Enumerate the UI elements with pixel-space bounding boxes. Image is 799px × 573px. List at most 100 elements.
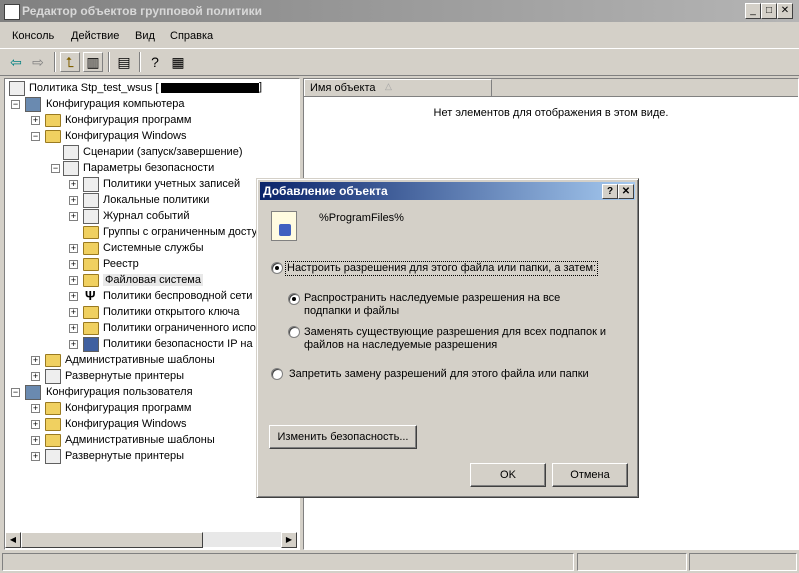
expand-icon[interactable]: +: [69, 244, 78, 253]
scroll-left-icon[interactable]: ◀: [5, 532, 21, 548]
expand-icon[interactable]: +: [31, 372, 40, 381]
folder-lock-icon: [83, 226, 99, 239]
folder-icon: [45, 130, 61, 143]
expand-icon[interactable]: +: [69, 292, 78, 301]
collapse-icon[interactable]: −: [11, 388, 20, 397]
label-replace-existing-1[interactable]: Заменять существующие разрешения для все…: [304, 326, 606, 339]
export-list-icon[interactable]: ▤: [114, 52, 134, 72]
menu-action[interactable]: Действие: [71, 30, 119, 42]
forward-icon[interactable]: ⇨: [28, 52, 48, 72]
menu-view[interactable]: Вид: [135, 30, 155, 42]
menu-console[interactable]: Консоль: [12, 30, 54, 42]
column-header-bar: Имя объекта △: [304, 79, 798, 97]
ip-security-icon: [83, 337, 99, 352]
folder-icon: [45, 434, 61, 447]
folder-lock-icon: [83, 258, 99, 271]
expand-icon[interactable]: +: [31, 436, 40, 445]
folder-lock-icon: [83, 242, 99, 255]
ok-button[interactable]: OK: [470, 463, 546, 487]
object-path: %ProgramFiles%: [319, 212, 404, 224]
radio-deny-replace[interactable]: [271, 368, 283, 380]
label-deny-replace[interactable]: Запретить замену разрешений для этого фа…: [289, 368, 589, 381]
expand-icon[interactable]: +: [69, 180, 78, 189]
help-button[interactable]: ?: [602, 184, 618, 199]
user-icon: [25, 385, 41, 400]
policy-icon: [83, 177, 99, 192]
menu-help[interactable]: Справка: [170, 30, 213, 42]
policy-icon: [9, 81, 25, 96]
expand-icon[interactable]: +: [31, 420, 40, 429]
expand-icon[interactable]: +: [69, 196, 78, 205]
expand-icon[interactable]: +: [69, 340, 78, 349]
maximize-button[interactable]: □: [761, 3, 777, 19]
redacted-name: [161, 83, 259, 93]
empty-list-message: Нет элементов для отображения в этом вид…: [433, 107, 669, 119]
help-icon[interactable]: ?: [145, 52, 165, 72]
window-title: Редактор объектов групповой политики: [22, 4, 263, 18]
status-pane-3: [689, 553, 797, 571]
status-bar: [0, 551, 799, 571]
app-icon: [4, 4, 20, 20]
printer-icon: [45, 369, 61, 384]
minimize-button[interactable]: _: [745, 3, 761, 19]
radio-replace-existing[interactable]: [288, 326, 300, 338]
script-icon: [63, 145, 79, 160]
sort-arrow-icon: △: [385, 81, 392, 91]
collapse-icon[interactable]: −: [31, 132, 40, 141]
label-configure-permissions[interactable]: Настроить разрешения для этого файла или…: [285, 261, 599, 276]
add-object-dialog: Добавление объекта ? ✕ %ProgramFiles% На…: [256, 178, 639, 498]
label-replace-existing-2[interactable]: файлов на наследуемые разрешения: [304, 339, 497, 352]
expand-icon[interactable]: +: [31, 116, 40, 125]
toolbar: ⇦ ⇨ ⮤ ▥ ▤ ? ▦: [0, 48, 799, 76]
toolbar-separator: [139, 52, 141, 72]
folder-icon: [45, 114, 61, 127]
policy-icon: [83, 193, 99, 208]
folder-icon: [45, 418, 61, 431]
expand-icon[interactable]: +: [69, 308, 78, 317]
policy-icon: [83, 209, 99, 224]
collapse-icon[interactable]: −: [51, 164, 60, 173]
radio-configure-permissions[interactable]: [271, 262, 283, 274]
expand-icon[interactable]: +: [31, 452, 40, 461]
menu-bar: Консоль Действие Вид Справка: [0, 24, 799, 46]
expand-icon[interactable]: +: [31, 404, 40, 413]
toolbar-separator: [54, 52, 56, 72]
back-icon[interactable]: ⇦: [6, 52, 26, 72]
up-folder-icon[interactable]: ⮤: [60, 52, 80, 72]
radio-propagate-inheritable[interactable]: [288, 293, 300, 305]
toolbar-separator: [108, 52, 110, 72]
column-header-name[interactable]: Имя объекта △: [304, 79, 492, 96]
cancel-button[interactable]: Отмена: [552, 463, 628, 487]
scroll-thumb[interactable]: [21, 532, 203, 548]
dialog-title-bar: Добавление объекта ? ✕: [260, 182, 635, 200]
close-button[interactable]: ✕: [777, 3, 793, 19]
collapse-icon[interactable]: −: [11, 100, 20, 109]
folder-icon: [83, 322, 99, 335]
file-document-icon: [271, 211, 297, 241]
tree-horizontal-scrollbar[interactable]: ◀ ▶: [5, 532, 297, 548]
expand-icon[interactable]: +: [31, 356, 40, 365]
antenna-icon: Ψ: [85, 288, 96, 303]
computer-icon: [25, 97, 41, 112]
folder-icon: [45, 402, 61, 415]
status-pane-2: [577, 553, 687, 571]
expand-icon[interactable]: +: [69, 324, 78, 333]
dialog-close-button[interactable]: ✕: [618, 184, 634, 199]
printer-icon: [45, 449, 61, 464]
folder-icon: [45, 354, 61, 367]
dialog-title: Добавление объекта: [263, 184, 388, 198]
label-propagate-inheritable-1[interactable]: Распространить наследуемые разрешения на…: [304, 292, 560, 305]
show-tree-icon[interactable]: ▥: [83, 52, 103, 72]
folder-lock-icon: [83, 274, 99, 287]
expand-icon[interactable]: +: [69, 276, 78, 285]
folder-icon: [83, 306, 99, 319]
title-bar: Редактор объектов групповой политики _ □…: [0, 0, 799, 22]
status-pane-main: [2, 553, 574, 571]
edit-security-button[interactable]: Изменить безопасность...: [269, 425, 417, 449]
expand-icon[interactable]: +: [69, 260, 78, 269]
expand-icon[interactable]: +: [69, 212, 78, 221]
security-icon: [63, 161, 79, 176]
properties-icon[interactable]: ▦: [168, 52, 188, 72]
label-propagate-inheritable-2[interactable]: подпапки и файлы: [304, 305, 399, 318]
scroll-right-icon[interactable]: ▶: [281, 532, 297, 548]
